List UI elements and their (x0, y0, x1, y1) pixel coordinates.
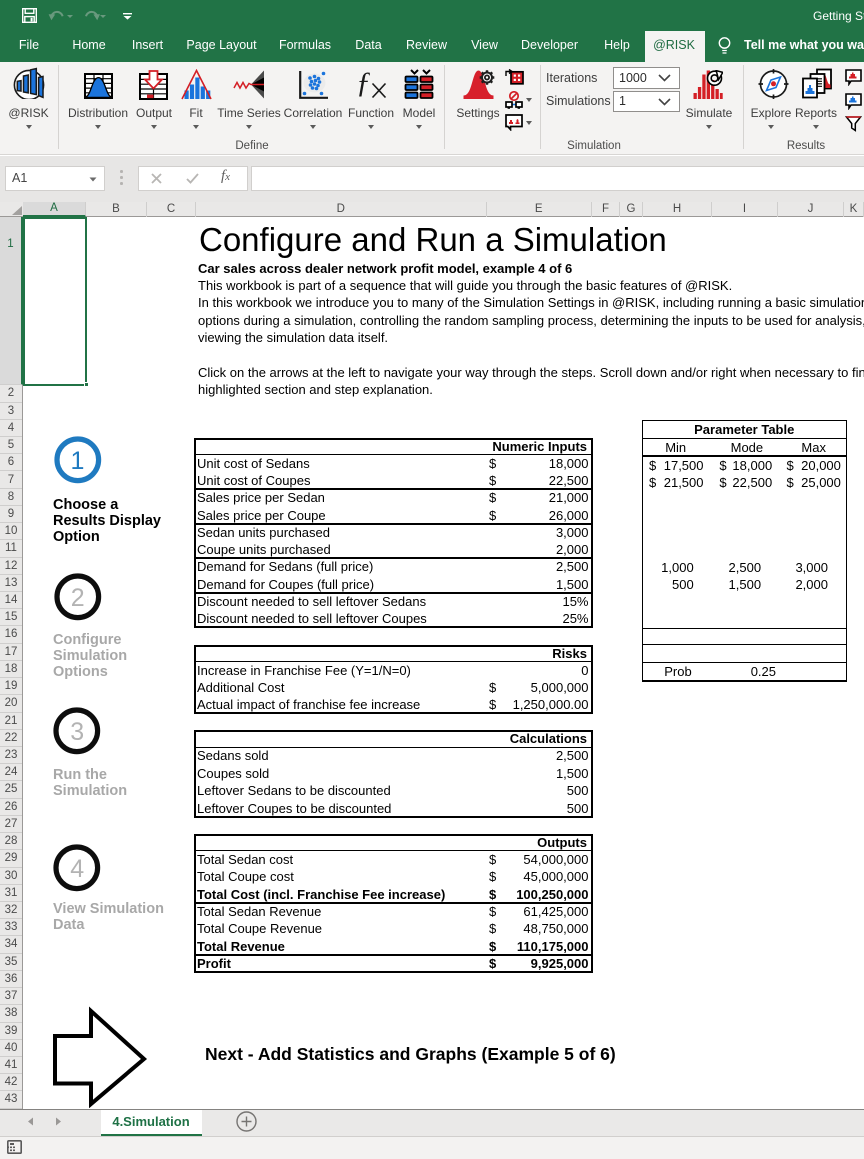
svg-text:ƒ: ƒ (356, 68, 371, 99)
